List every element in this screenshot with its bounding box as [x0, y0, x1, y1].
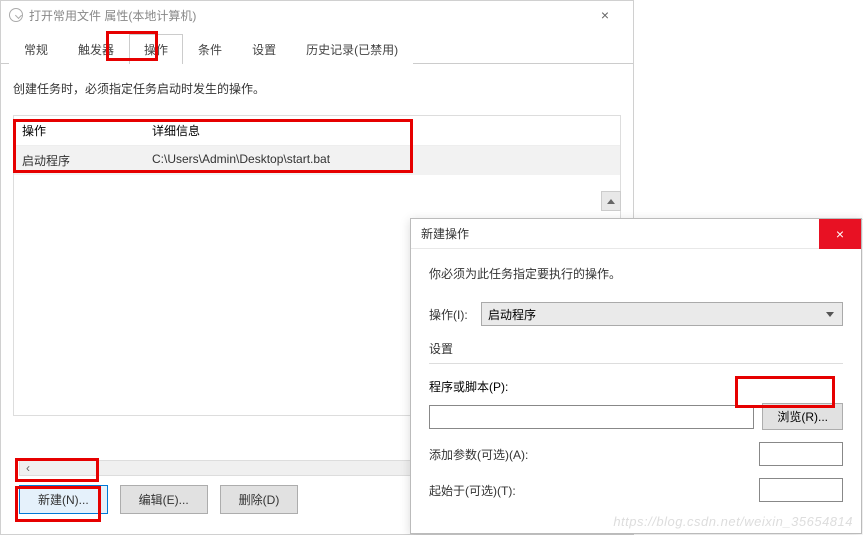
cell-action: 启动程序: [14, 146, 144, 175]
content-description: 创建任务时，必须指定任务启动时发生的操作。: [13, 80, 621, 97]
settings-fieldset-label: 设置: [429, 340, 843, 357]
tab-history[interactable]: 历史记录(已禁用): [291, 34, 413, 64]
cell-detail: C:\Users\Admin\Desktop\start.bat: [144, 146, 620, 175]
title-bar: 打开常用文件 属性(本地计算机) ×: [1, 1, 633, 29]
edit-button[interactable]: 编辑(E)...: [120, 485, 208, 514]
right-empty-panel: [634, 0, 863, 220]
clock-icon: [9, 8, 23, 22]
action-label: 操作(I):: [429, 306, 481, 323]
dialog-title: 新建操作: [421, 225, 819, 242]
args-label: 添加参数(可选)(A):: [429, 446, 539, 463]
close-icon[interactable]: ×: [585, 7, 625, 23]
args-row: 添加参数(可选)(A):: [429, 442, 843, 466]
table-row[interactable]: 启动程序 C:\Users\Admin\Desktop\start.bat: [14, 146, 620, 175]
col-detail-header[interactable]: 详细信息: [144, 116, 620, 145]
delete-button[interactable]: 删除(D): [220, 485, 299, 514]
table-header: 操作 详细信息: [14, 116, 620, 146]
program-label: 程序或脚本(P):: [429, 380, 508, 394]
tab-triggers[interactable]: 触发器: [63, 34, 129, 64]
dialog-close-icon[interactable]: ×: [819, 219, 861, 249]
action-row: 操作(I): 启动程序: [429, 302, 843, 326]
program-label-row: 程序或脚本(P):: [429, 378, 843, 395]
tab-bar: 常规 触发器 操作 条件 设置 历史记录(已禁用): [1, 33, 633, 64]
settings-fieldset: 程序或脚本(P): 浏览(R)... 添加参数(可选)(A): 起始于(可选)(…: [429, 363, 843, 502]
scroll-up-button[interactable]: [601, 191, 621, 211]
col-action-header[interactable]: 操作: [14, 116, 144, 145]
tab-general[interactable]: 常规: [9, 34, 63, 64]
new-action-dialog: 新建操作 × 你必须为此任务指定要执行的操作。 操作(I): 启动程序 设置 程…: [410, 218, 862, 534]
dialog-title-bar: 新建操作 ×: [411, 219, 861, 249]
action-select-value: 启动程序: [488, 306, 536, 323]
tab-conditions[interactable]: 条件: [183, 34, 237, 64]
action-select[interactable]: 启动程序: [481, 302, 843, 326]
startin-label: 起始于(可选)(T):: [429, 482, 539, 499]
browse-button[interactable]: 浏览(R)...: [762, 403, 843, 430]
dialog-description: 你必须为此任务指定要执行的操作。: [429, 265, 843, 282]
tab-settings[interactable]: 设置: [237, 34, 291, 64]
tab-actions[interactable]: 操作: [129, 34, 183, 64]
scroll-left-icon[interactable]: ‹: [20, 461, 36, 475]
watermark: https://blog.csdn.net/weixin_35654814: [613, 514, 853, 529]
program-input[interactable]: [429, 405, 754, 429]
args-input[interactable]: [759, 442, 843, 466]
new-button[interactable]: 新建(N)...: [19, 485, 108, 514]
startin-input[interactable]: [759, 478, 843, 502]
program-input-row: 浏览(R)...: [429, 403, 843, 430]
button-row: 新建(N)... 编辑(E)... 删除(D): [19, 485, 298, 514]
startin-row: 起始于(可选)(T):: [429, 478, 843, 502]
window-title: 打开常用文件 属性(本地计算机): [29, 7, 585, 24]
dialog-body: 你必须为此任务指定要执行的操作。 操作(I): 启动程序 设置 程序或脚本(P)…: [411, 249, 861, 530]
